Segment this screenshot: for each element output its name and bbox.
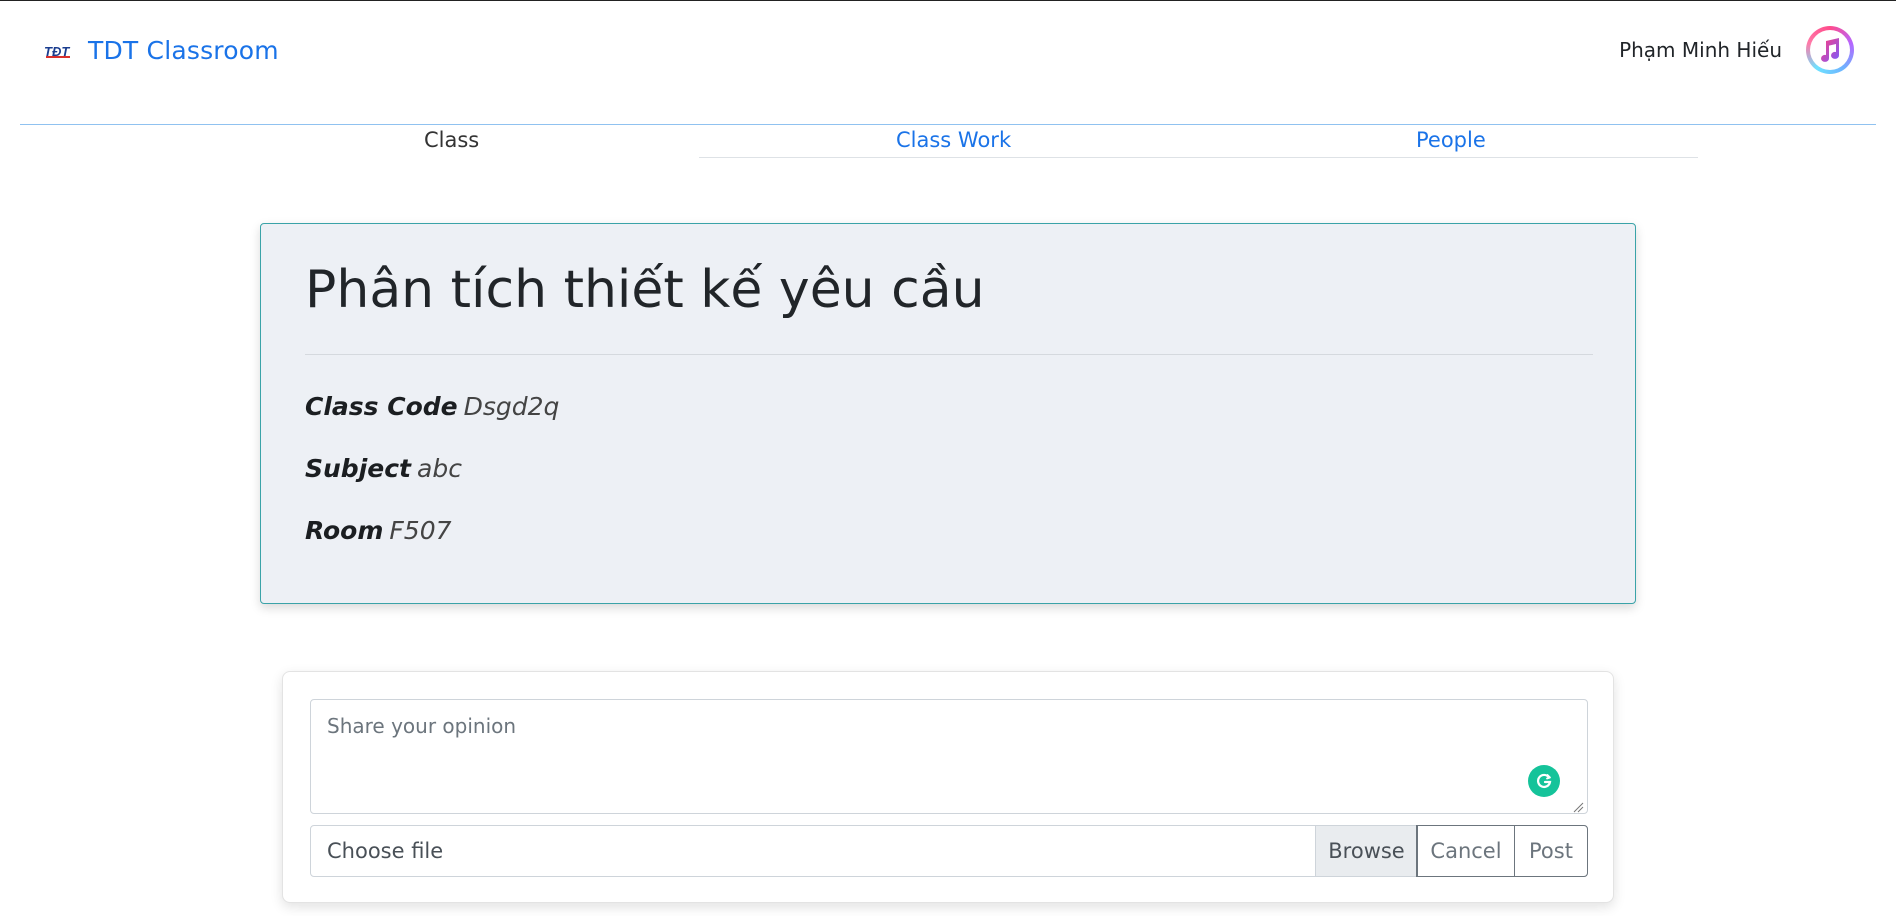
avatar[interactable]	[1806, 26, 1854, 74]
info-divider	[305, 354, 1593, 355]
subject-label: Subject	[305, 454, 411, 483]
brand-name: TDT Classroom	[88, 36, 279, 65]
class-code-value: Dsgd2q	[463, 392, 560, 421]
class-code-label: Class Code	[305, 392, 458, 421]
tdt-logo-icon: TĐT	[44, 41, 74, 61]
tab-class[interactable]: Class	[424, 128, 479, 152]
user-name: Phạm Minh Hiếu	[1619, 38, 1782, 62]
browse-button[interactable]: Browse	[1315, 826, 1417, 876]
brand-link[interactable]: TĐT TDT Classroom	[44, 36, 279, 65]
file-input-group: Choose file Browse Cancel Post	[310, 825, 1588, 877]
nav-divider	[20, 124, 1876, 125]
window-top-border	[0, 0, 1896, 1]
resize-handle-icon[interactable]	[1572, 798, 1584, 813]
grammarly-icon[interactable]	[1528, 765, 1560, 797]
class-tabs: Class Class Work People	[0, 126, 1896, 160]
file-chooser[interactable]: Choose file	[311, 826, 1315, 876]
subject-value: abc	[417, 454, 462, 483]
tab-class-work[interactable]: Class Work	[896, 128, 1011, 152]
tab-people[interactable]: People	[1416, 128, 1486, 152]
class-info-card: Phân tích thiết kế yêu cầu Class Code Dsg…	[260, 223, 1636, 604]
tab-underline	[699, 157, 1698, 158]
class-code-row: Class Code Dsgd2q	[305, 392, 559, 421]
room-label: Room	[305, 516, 384, 545]
music-note-icon	[1810, 30, 1850, 70]
subject-row: Subject abc	[305, 454, 462, 483]
user-menu[interactable]: Phạm Minh Hiếu	[1619, 26, 1854, 74]
post-button[interactable]: Post	[1514, 826, 1587, 876]
post-composer: Choose file Browse Cancel Post	[282, 671, 1614, 903]
cancel-button[interactable]: Cancel	[1417, 826, 1514, 876]
opinion-input[interactable]	[310, 699, 1588, 814]
class-title: Phân tích thiết kế yêu cầu	[305, 260, 985, 320]
room-row: Room F507	[305, 516, 452, 545]
room-value: F507	[389, 516, 452, 545]
